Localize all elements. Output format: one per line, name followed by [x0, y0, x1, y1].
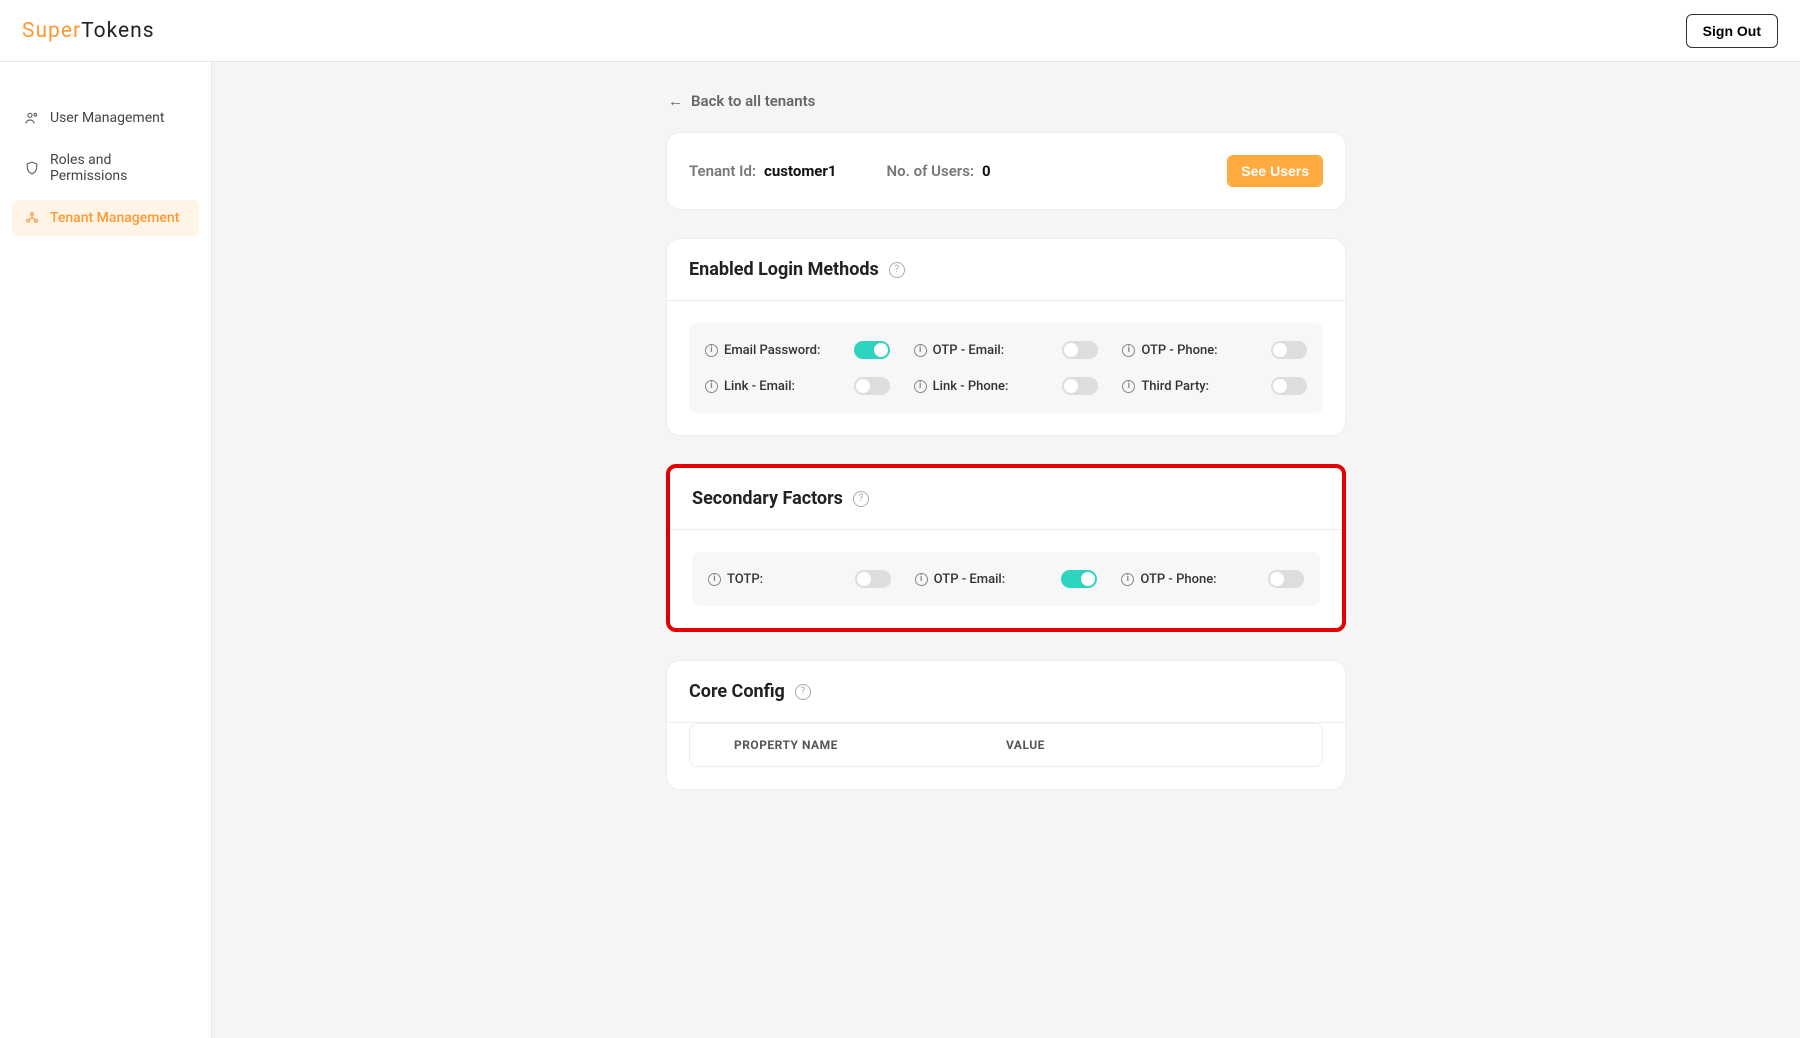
toggle-label: Email Password:	[724, 343, 820, 358]
toggle-label: OTP - Email:	[934, 572, 1005, 587]
toggle-switch-link-email[interactable]	[854, 377, 890, 395]
tenant-users-label: No. of Users:	[887, 162, 974, 180]
info-icon[interactable]: i	[1122, 344, 1135, 357]
info-icon[interactable]: i	[914, 344, 927, 357]
toggle-label: OTP - Email:	[933, 343, 1004, 358]
toggle-switch-otp-email[interactable]	[1062, 341, 1098, 359]
toggle-label: TOTP:	[727, 572, 763, 587]
help-icon[interactable]: ?	[853, 491, 869, 507]
help-icon[interactable]: ?	[795, 684, 811, 700]
info-icon[interactable]: i	[915, 573, 928, 586]
tenant-info: Tenant Id: customer1 No. of Users: 0	[689, 162, 991, 180]
tenant-id-label: Tenant Id:	[689, 162, 756, 180]
login-methods-grid: i Email Password: i OTP - Email:	[689, 323, 1323, 413]
sidebar-item-roles-permissions[interactable]: Roles and Permissions	[12, 142, 199, 194]
logo-super: Super	[22, 19, 81, 43]
sidebar-item-label: Roles and Permissions	[50, 152, 187, 184]
back-link-label: Back to all tenants	[691, 92, 815, 110]
back-to-tenants-link[interactable]: ← Back to all tenants	[666, 92, 1346, 110]
login-methods-card: Enabled Login Methods ? i Email Password…	[666, 238, 1346, 436]
toggle-otp-email: i OTP - Email:	[914, 341, 1099, 359]
secondary-factors-card: Secondary Factors ? i TOTP:	[670, 468, 1342, 628]
sidebar: User Management Roles and Permissions Te…	[0, 62, 212, 1038]
core-config-title: Core Config	[689, 681, 785, 702]
secondary-factors-title: Secondary Factors	[692, 488, 843, 509]
toggle-sf-otp-phone: i OTP - Phone:	[1121, 570, 1304, 588]
tenant-icon	[24, 210, 40, 226]
logo-tokens: Tokens	[81, 19, 155, 43]
login-methods-title: Enabled Login Methods	[689, 259, 879, 280]
toggle-sf-otp-email: i OTP - Email:	[915, 570, 1098, 588]
toggle-switch-sf-otp-phone[interactable]	[1268, 570, 1304, 588]
layout: User Management Roles and Permissions Te…	[0, 62, 1800, 1038]
shield-icon	[24, 160, 40, 176]
see-users-button[interactable]: See Users	[1227, 155, 1323, 187]
toggle-label: Third Party:	[1141, 379, 1209, 394]
toggle-third-party: i Third Party:	[1122, 377, 1307, 395]
toggle-switch-otp-phone[interactable]	[1271, 341, 1307, 359]
col-value: VALUE	[1006, 738, 1278, 752]
toggle-switch-link-phone[interactable]	[1062, 377, 1098, 395]
core-config-table-header: PROPERTY NAME VALUE	[690, 724, 1322, 766]
logo[interactable]: SuperTokens	[22, 19, 155, 43]
secondary-factors-header: Secondary Factors ?	[670, 468, 1342, 530]
tenant-header-card: Tenant Id: customer1 No. of Users: 0 See…	[666, 132, 1346, 210]
toggle-email-password: i Email Password:	[705, 341, 890, 359]
toggle-switch-email-password[interactable]	[854, 341, 890, 359]
toggle-label: OTP - Phone:	[1140, 572, 1216, 587]
info-icon[interactable]: i	[708, 573, 721, 586]
tenant-users-group: No. of Users: 0	[887, 162, 991, 180]
users-icon	[24, 110, 40, 126]
core-config-body: PROPERTY NAME VALUE	[667, 723, 1345, 789]
sidebar-item-label: Tenant Management	[50, 210, 179, 226]
arrow-left-icon: ←	[668, 92, 683, 110]
info-icon[interactable]: i	[1122, 380, 1135, 393]
core-config-card: Core Config ? PROPERTY NAME VALUE	[666, 660, 1346, 790]
toggle-switch-third-party[interactable]	[1271, 377, 1307, 395]
core-config-header: Core Config ?	[667, 661, 1345, 723]
secondary-factors-highlight: Secondary Factors ? i TOTP:	[666, 464, 1346, 632]
tenant-users-value: 0	[982, 162, 991, 180]
toggle-otp-phone: i OTP - Phone:	[1122, 341, 1307, 359]
info-icon[interactable]: i	[705, 380, 718, 393]
sign-out-button[interactable]: Sign Out	[1686, 14, 1778, 48]
sidebar-item-label: User Management	[50, 110, 164, 126]
tenant-id-group: Tenant Id: customer1	[689, 162, 837, 180]
col-property-name: PROPERTY NAME	[734, 738, 1006, 752]
content: ← Back to all tenants Tenant Id: custome…	[666, 92, 1346, 998]
sidebar-item-user-management[interactable]: User Management	[12, 100, 199, 136]
toggle-switch-totp[interactable]	[855, 570, 891, 588]
info-icon[interactable]: i	[705, 344, 718, 357]
toggle-label: Link - Email:	[724, 379, 795, 394]
login-methods-header: Enabled Login Methods ?	[667, 239, 1345, 301]
toggle-label: Link - Phone:	[933, 379, 1009, 394]
toggle-link-phone: i Link - Phone:	[914, 377, 1099, 395]
header: SuperTokens Sign Out	[0, 0, 1800, 62]
info-icon[interactable]: i	[1121, 573, 1134, 586]
core-config-table: PROPERTY NAME VALUE	[689, 723, 1323, 767]
toggle-link-email: i Link - Email:	[705, 377, 890, 395]
toggle-switch-sf-otp-email[interactable]	[1061, 570, 1097, 588]
main: ← Back to all tenants Tenant Id: custome…	[212, 62, 1800, 1038]
toggle-label: OTP - Phone:	[1141, 343, 1217, 358]
help-icon[interactable]: ?	[889, 262, 905, 278]
secondary-factors-grid: i TOTP: i OTP - Email:	[692, 552, 1320, 606]
sidebar-item-tenant-management[interactable]: Tenant Management	[12, 200, 199, 236]
info-icon[interactable]: i	[914, 380, 927, 393]
login-methods-body: i Email Password: i OTP - Email:	[667, 301, 1345, 435]
tenant-id-value: customer1	[764, 162, 836, 180]
toggle-totp: i TOTP:	[708, 570, 891, 588]
secondary-factors-body: i TOTP: i OTP - Email:	[670, 530, 1342, 628]
